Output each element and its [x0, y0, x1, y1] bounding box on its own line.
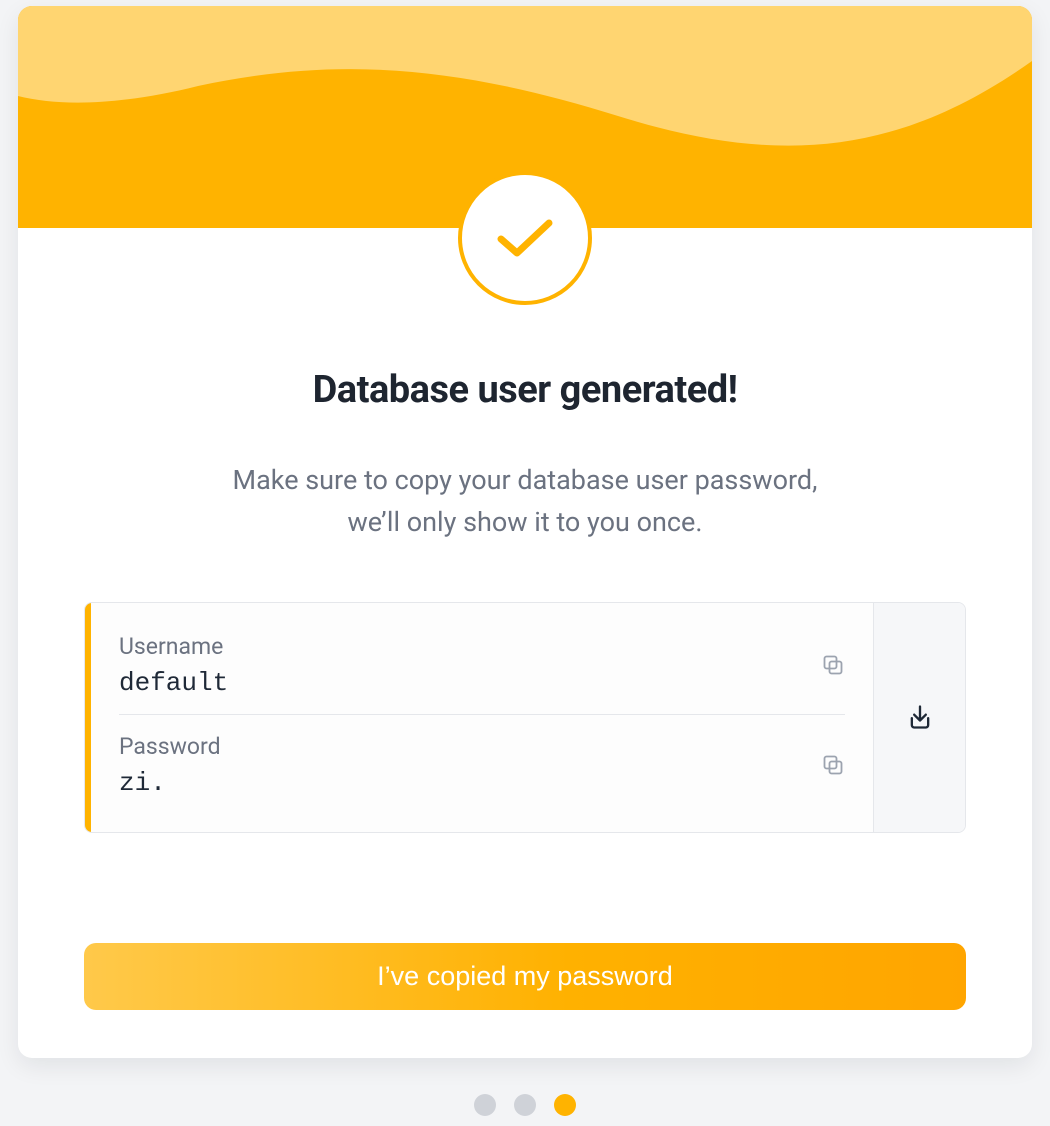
- pagination-dot-3[interactable]: [554, 1094, 576, 1116]
- credentials-panel: Username default Password zi.: [84, 602, 966, 833]
- content-area: Database user generated! Make sure to co…: [18, 228, 1032, 1058]
- header-wave: [18, 6, 1032, 228]
- pagination-dot-2[interactable]: [514, 1094, 536, 1116]
- password-value: zi.: [119, 768, 821, 798]
- onboarding-card: Database user generated! Make sure to co…: [18, 6, 1032, 1058]
- download-icon[interactable]: [906, 703, 934, 731]
- download-column: [873, 603, 965, 832]
- credentials-fields: Username default Password zi.: [91, 603, 873, 832]
- check-icon: [497, 217, 553, 259]
- pagination-dots: [0, 1094, 1050, 1126]
- copy-password-icon[interactable]: [821, 753, 845, 777]
- pagination-dot-1[interactable]: [474, 1094, 496, 1116]
- password-row: Password zi.: [119, 714, 845, 810]
- subtitle-line-2: we’ll only show it to you once.: [348, 506, 703, 538]
- subtitle-line-1: Make sure to copy your database user pas…: [233, 464, 818, 496]
- username-row: Username default: [119, 625, 845, 710]
- password-texts: Password zi.: [119, 733, 821, 798]
- success-check-circle: [458, 171, 592, 305]
- page-title: Database user generated!: [18, 368, 1032, 412]
- username-value: default: [119, 668, 821, 698]
- copy-username-icon[interactable]: [821, 653, 845, 677]
- password-label: Password: [119, 733, 821, 760]
- username-texts: Username default: [119, 633, 821, 698]
- page-subtitle: Make sure to copy your database user pas…: [18, 460, 1032, 544]
- username-label: Username: [119, 633, 821, 660]
- confirm-copied-button[interactable]: I’ve copied my password: [84, 943, 966, 1010]
